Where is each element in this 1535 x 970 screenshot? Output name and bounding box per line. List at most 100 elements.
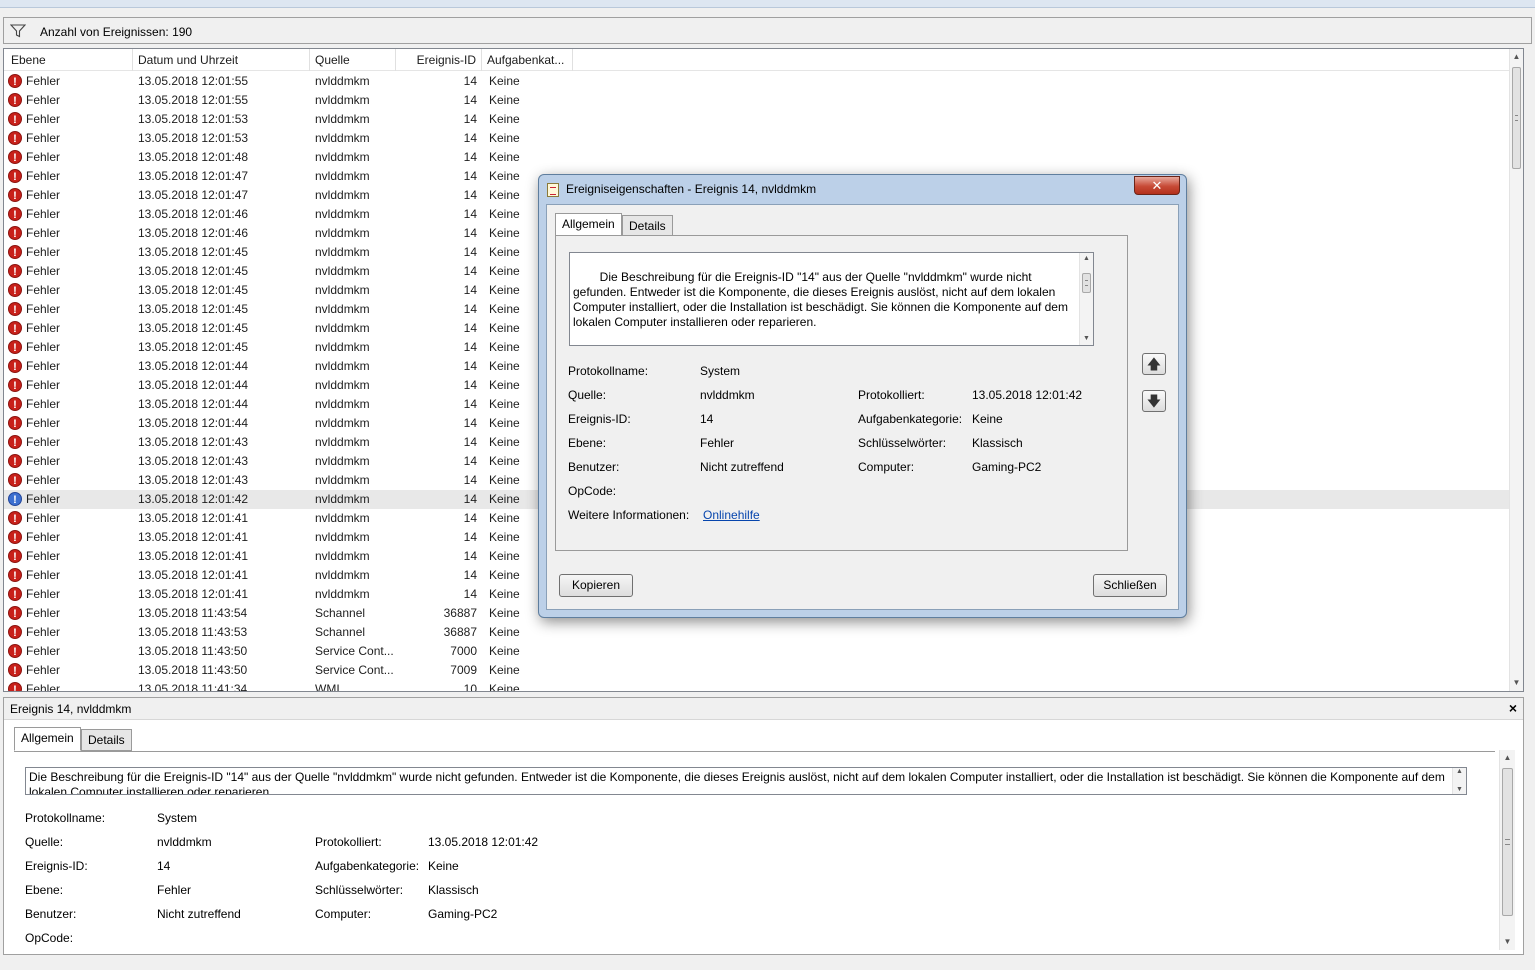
row-source: nvlddmkm: [315, 131, 370, 145]
row-datetime: 13.05.2018 12:01:45: [138, 321, 249, 335]
scroll-down-icon[interactable]: ▼: [1510, 675, 1523, 691]
close-icon[interactable]: ×: [1509, 701, 1517, 715]
row-level-text: Fehler: [26, 112, 61, 126]
scroll-up-icon[interactable]: ▲: [1510, 49, 1523, 65]
table-row[interactable]: ! Fehler 13.05.2018 12:01:55 nvlddmkm 14 Kein…: [4, 91, 1511, 110]
description-scrollbar[interactable]: ▲ ▼: [1452, 768, 1466, 794]
row-task-category: Keine: [489, 416, 520, 430]
column-header-datetime[interactable]: Datum und Uhrzeit: [133, 49, 310, 71]
online-help-link[interactable]: Onlinehilfe: [703, 508, 760, 522]
row-level-text: Fehler: [26, 606, 61, 620]
row-level: ! Fehler: [8, 300, 134, 319]
row-event-id: 14: [463, 93, 477, 107]
row-source: Service Cont...: [315, 663, 394, 677]
scroll-thumb[interactable]: [1502, 768, 1513, 916]
row-level: ! Fehler: [8, 452, 134, 471]
previous-event-button[interactable]: 🡅: [1142, 353, 1166, 375]
scroll-up-icon[interactable]: ▲: [1500, 750, 1515, 766]
scroll-up-icon[interactable]: ▲: [1453, 768, 1466, 778]
row-event-id: 14: [463, 511, 477, 525]
tab-details[interactable]: Details: [622, 215, 673, 237]
value-event-id: 14: [700, 412, 714, 426]
close-icon[interactable]: ✕: [1134, 176, 1180, 195]
tab-details[interactable]: Details: [81, 729, 132, 751]
scroll-thumb[interactable]: [1512, 67, 1521, 169]
list-scrollbar[interactable]: ▲ ▼: [1509, 49, 1523, 691]
row-level: ! Fehler: [8, 338, 134, 357]
row-datetime: 13.05.2018 12:01:46: [138, 226, 249, 240]
row-task-category: Keine: [489, 492, 520, 506]
row-task-category: Keine: [489, 169, 520, 183]
description-scrollbar[interactable]: ▲ ▼: [1079, 253, 1093, 345]
row-datetime: 13.05.2018 12:01:41: [138, 511, 249, 525]
row-level: ! Fehler: [8, 148, 134, 167]
row-event-id: 14: [463, 283, 477, 297]
row-level-text: Fehler: [26, 302, 61, 316]
table-row[interactable]: ! Fehler 13.05.2018 11:43:50 Service Cont..…: [4, 661, 1511, 680]
table-row[interactable]: ! Fehler 13.05.2018 12:01:48 nvlddmkm 14 Kein…: [4, 148, 1511, 167]
row-event-id: 14: [463, 549, 477, 563]
row-level-text: Fehler: [26, 644, 61, 658]
close-button[interactable]: Schließen: [1093, 574, 1167, 597]
row-level-text: Fehler: [26, 473, 61, 487]
row-source: nvlddmkm: [315, 207, 370, 221]
table-row[interactable]: ! Fehler 13.05.2018 12:01:53 nvlddmkm 14 Kein…: [4, 110, 1511, 129]
scroll-thumb[interactable]: [1082, 273, 1091, 293]
row-level: ! Fehler: [8, 433, 134, 452]
row-source: nvlddmkm: [315, 226, 370, 240]
error-icon: !: [8, 605, 22, 620]
row-task-category: Keine: [489, 74, 520, 88]
scroll-down-icon[interactable]: ▼: [1500, 934, 1515, 950]
table-row[interactable]: ! Fehler 13.05.2018 11:43:53 Schannel 36887 K…: [4, 623, 1511, 642]
row-task-category: Keine: [489, 226, 520, 240]
table-row[interactable]: ! Fehler 13.05.2018 11:41:34 WMI 10 Keine: [4, 680, 1511, 691]
row-event-id: 14: [463, 359, 477, 373]
row-event-id: 14: [463, 416, 477, 430]
row-task-category: Keine: [489, 530, 520, 544]
scroll-down-icon[interactable]: ▼: [1453, 784, 1466, 794]
table-row[interactable]: ! Fehler 13.05.2018 12:01:53 nvlddmkm 14 Kein…: [4, 129, 1511, 148]
row-level-text: Fehler: [26, 340, 61, 354]
dialog-title-bar[interactable]: Ereigniseigenschaften - Ereignis 14, nvl…: [539, 175, 1186, 203]
preview-scrollbar[interactable]: ▲ ▼: [1499, 750, 1515, 950]
error-icon: !: [8, 529, 22, 544]
table-row[interactable]: ! Fehler 13.05.2018 12:01:55 nvlddmkm 14 Kein…: [4, 72, 1511, 91]
dialog-client-area: Allgemein Details Die Beschreibung für d…: [546, 204, 1179, 610]
row-event-id: 14: [463, 454, 477, 468]
column-header-level[interactable]: Ebene: [6, 49, 133, 71]
row-level-text: Fehler: [26, 587, 61, 601]
label-log-name: Protokollname:: [568, 364, 649, 378]
filter-icon[interactable]: [10, 24, 26, 38]
row-datetime: 13.05.2018 12:01:41: [138, 587, 249, 601]
row-source: nvlddmkm: [315, 435, 370, 449]
copy-button[interactable]: Kopieren: [559, 574, 633, 597]
table-row[interactable]: ! Fehler 13.05.2018 11:43:50 Service Cont..…: [4, 642, 1511, 661]
column-header-source[interactable]: Quelle: [310, 49, 396, 71]
row-event-id: 7000: [450, 644, 477, 658]
preview-description: Die Beschreibung für die Ereignis-ID "14…: [25, 767, 1467, 795]
next-event-button[interactable]: 🡇: [1142, 390, 1166, 412]
row-task-category: Keine: [489, 93, 520, 107]
row-level-text: Fehler: [26, 74, 61, 88]
error-icon: !: [8, 187, 22, 202]
row-event-id: 14: [463, 74, 477, 88]
label-user: Benutzer:: [25, 907, 77, 921]
tab-allgemein[interactable]: Allgemein: [14, 727, 81, 751]
value-computer: Gaming-PC2: [972, 460, 1042, 474]
column-header-event-id[interactable]: Ereignis-ID: [396, 49, 482, 71]
scroll-down-icon[interactable]: ▼: [1080, 333, 1093, 345]
row-level-text: Fehler: [26, 682, 61, 691]
row-event-id: 14: [463, 378, 477, 392]
value-log-name: System: [700, 364, 741, 378]
column-header-task-category[interactable]: Aufgabenkat...: [482, 49, 573, 71]
row-datetime: 13.05.2018 12:01:44: [138, 416, 249, 430]
scroll-up-icon[interactable]: ▲: [1080, 253, 1093, 265]
row-source: nvlddmkm: [315, 264, 370, 278]
row-source: Schannel: [315, 625, 366, 639]
tab-allgemein[interactable]: Allgemein: [555, 213, 622, 237]
row-event-id: 10: [463, 682, 477, 691]
error-icon: !: [8, 662, 22, 677]
row-event-id: 14: [463, 435, 477, 449]
error-icon: !: [8, 149, 22, 164]
label-task-category: Aufgabenkategorie:: [315, 859, 420, 873]
